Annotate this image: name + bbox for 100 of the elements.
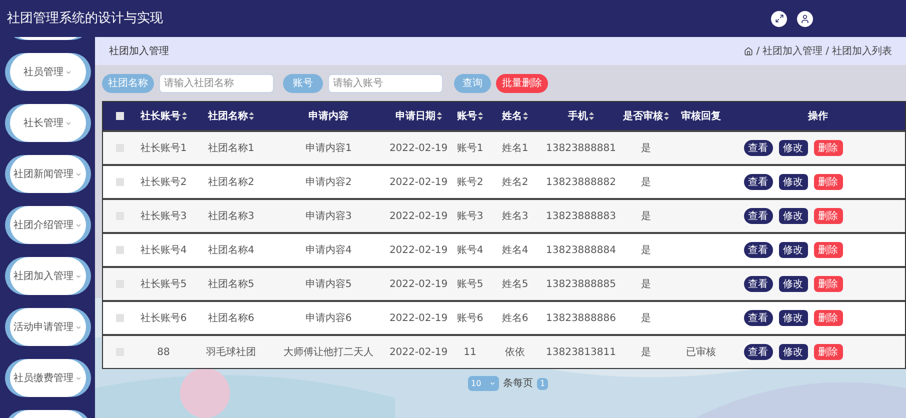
table-cell-text: 账号5 — [456, 278, 484, 292]
table-cell-text: 社团名称3 — [208, 210, 254, 224]
table-cell-text: 姓名4 — [502, 244, 528, 258]
table-cell-text: 社团名称1 — [208, 142, 254, 156]
table-cell-text: 是 — [641, 346, 651, 360]
edit-button[interactable]: 修改 — [778, 174, 808, 190]
table-cell-text: 13823888884 — [546, 244, 616, 258]
table-cell-text: 13823888881 — [546, 142, 616, 156]
table-cell-text: 账号2 — [456, 176, 484, 190]
delete-button[interactable]: 删除 — [814, 208, 842, 224]
table-cell-text: 社长账号3 — [140, 210, 187, 224]
table-cell-text: 申请内容5 — [305, 278, 352, 292]
table-cell-text: 是 — [641, 142, 651, 156]
field-label: 账号 — [283, 74, 323, 92]
column-header: 审核回复 — [681, 109, 721, 124]
edit-button[interactable]: 修改 — [778, 208, 808, 224]
delete-button[interactable]: 删除 — [814, 174, 842, 190]
table-cell-text: 2022-02-19 — [389, 244, 448, 258]
sidebar-item[interactable]: 社员管理 — [4, 53, 90, 91]
delete-button[interactable]: 删除 — [814, 242, 842, 258]
table-cell-text: 账号4 — [456, 244, 484, 258]
view-button[interactable]: 查看 — [744, 208, 772, 224]
table-cell-text: 申请内容3 — [305, 210, 352, 224]
sidebar-item[interactable]: 社团加入管理 — [4, 257, 90, 295]
sidebar-item[interactable]: 活动申请管理 — [4, 308, 90, 346]
table-cell-text: 社长账号6 — [140, 312, 187, 326]
table-cell-text: 大师傅让他打二天人 — [284, 346, 374, 360]
app-title: 社团管理系统的设计与实现 — [7, 10, 163, 28]
sidebar-item[interactable]: 社团介绍管理 — [4, 206, 90, 244]
edit-button[interactable]: 修改 — [778, 310, 808, 326]
view-button[interactable]: 查看 — [744, 242, 772, 258]
table-cell-text: 账号3 — [456, 210, 484, 224]
table-cell-text: 社团名称6 — [208, 312, 254, 326]
batch-delete-button[interactable]: 批量删除 — [496, 74, 548, 92]
view-button[interactable]: 查看 — [744, 174, 772, 190]
column-header[interactable]: 是否审核 — [623, 108, 669, 124]
table-cell-text: 申请内容4 — [305, 244, 352, 258]
breadcrumb-separator: / — [756, 44, 760, 58]
table-cell-text: 姓名3 — [502, 210, 528, 224]
column-header: 操作 — [808, 110, 828, 124]
table-cell-text: 2022-02-19 — [389, 312, 448, 326]
view-button[interactable]: 查看 — [744, 344, 772, 360]
table-cell-text: 姓名5 — [502, 278, 528, 292]
table-cell-text: 2022-02-19 — [389, 278, 448, 292]
table-cell-text: 已审核 — [686, 346, 716, 360]
search-field[interactable]: 请输入账号 — [328, 74, 443, 92]
table-cell-text: 申请内容1 — [305, 142, 352, 156]
table-cell-text: 社长账号5 — [140, 278, 187, 292]
breadcrumb-link[interactable]: 社团加入列表 — [832, 44, 892, 58]
table-cell-text: 2022-02-19 — [389, 176, 448, 190]
table-cell-text: 依依 — [505, 346, 525, 360]
table-cell-text: 社长账号2 — [140, 176, 187, 190]
column-header: 申请内容 — [308, 109, 348, 124]
table-cell-text: 账号1 — [456, 142, 484, 156]
table-cell-text: 88 — [157, 346, 170, 360]
table-cell-text: 2022-02-19 — [389, 142, 448, 156]
column-header[interactable]: 社团名称 — [208, 108, 254, 124]
column-header[interactable]: 社长账号 — [140, 108, 186, 124]
field-label: 社团名称 — [102, 74, 154, 92]
edit-button[interactable]: 修改 — [778, 276, 808, 292]
table-cell-text: 姓名1 — [502, 142, 528, 156]
table-cell-text: 是 — [641, 210, 651, 224]
table-cell-text: 2022-02-19 — [389, 210, 448, 224]
delete-button[interactable]: 删除 — [814, 310, 842, 326]
delete-button[interactable]: 删除 — [814, 140, 842, 156]
table-cell-text: 是 — [641, 176, 651, 190]
table-cell-text: 社团名称4 — [208, 244, 254, 258]
table-cell-text: 社团名称2 — [208, 176, 254, 190]
sidebar-item[interactable]: 社员缴费管理 — [4, 359, 90, 397]
table-cell-text: 社团名称5 — [208, 278, 254, 292]
table-cell-text: 13823813811 — [546, 346, 616, 360]
table-cell-text: 13823888883 — [546, 210, 616, 224]
column-header[interactable]: 申请日期 — [396, 108, 442, 124]
delete-button[interactable]: 删除 — [814, 344, 842, 360]
search-field[interactable]: 请输入社团名称 — [159, 74, 274, 92]
edit-button[interactable]: 修改 — [778, 140, 808, 156]
column-header[interactable]: 姓名 — [502, 108, 528, 124]
edit-button[interactable]: 修改 — [778, 344, 808, 360]
view-button[interactable]: 查看 — [744, 140, 772, 156]
table-cell-text: 2022-02-19 — [389, 346, 448, 360]
sidebar-item[interactable]: 社长管理 — [4, 104, 90, 142]
table-cell-text: 13823888886 — [546, 312, 616, 326]
page-title: 社团加入管理 — [109, 44, 169, 58]
view-button[interactable]: 查看 — [744, 310, 772, 326]
table-cell-text: 13823888882 — [546, 176, 616, 190]
column-header[interactable]: 账号 — [457, 108, 483, 124]
table-cell-text: 社长账号4 — [140, 244, 187, 258]
view-button[interactable]: 查看 — [744, 276, 772, 292]
breadcrumb-link[interactable]: 社团加入管理 — [762, 44, 823, 58]
sidebar-item[interactable]: 社团新闻管理 — [4, 155, 90, 193]
column-header[interactable]: 手机 — [568, 108, 594, 124]
table-cell-text: 社长账号1 — [140, 142, 187, 156]
breadcrumb-separator: / — [826, 44, 829, 58]
table-cell-text: 账号6 — [456, 312, 484, 326]
table-cell-text: 是 — [641, 278, 651, 292]
table-cell-text: 申请内容6 — [305, 312, 352, 326]
edit-button[interactable]: 修改 — [778, 242, 808, 258]
table-cell-text: 是 — [641, 244, 651, 258]
table-cell-text: 姓名2 — [502, 176, 528, 190]
delete-button[interactable]: 删除 — [814, 276, 842, 292]
